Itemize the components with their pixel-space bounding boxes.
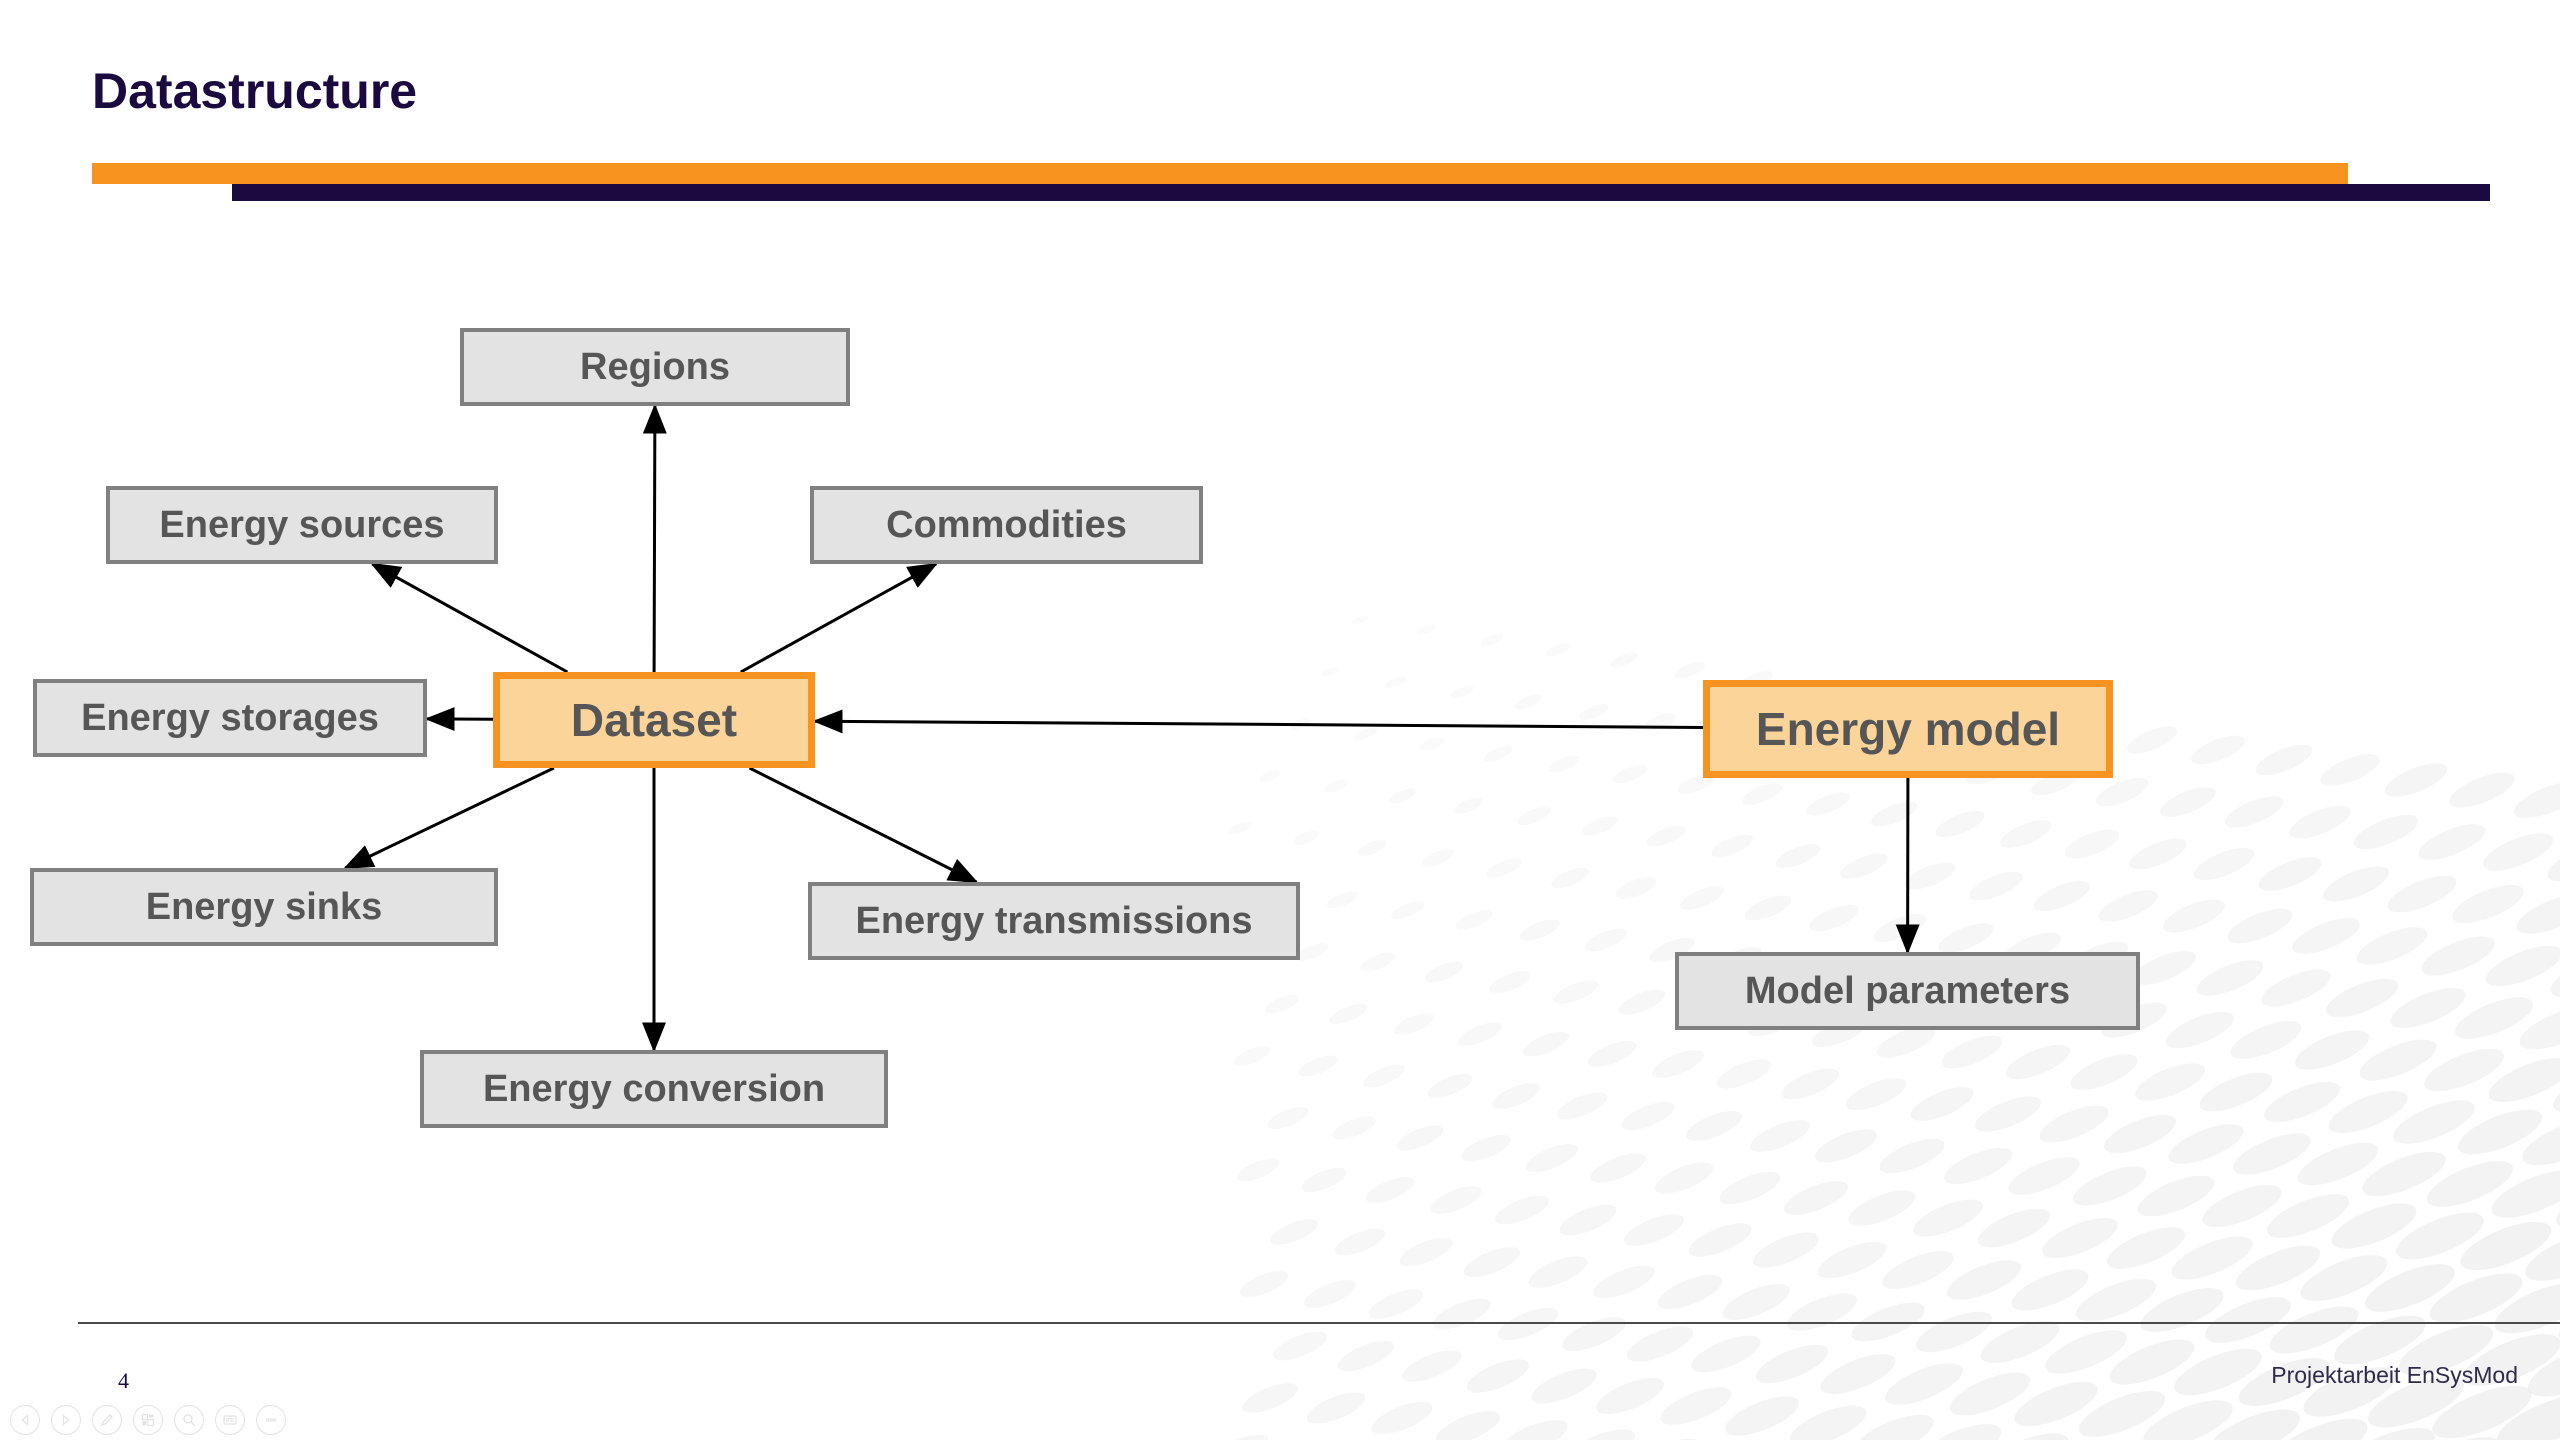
diagram-node-energy-transmissions: Energy transmissions xyxy=(808,882,1300,960)
diagram-node-label: Commodities xyxy=(886,503,1127,546)
footer-divider xyxy=(78,1322,2560,1324)
connector-dataset-to-energy-transmissions xyxy=(748,766,979,884)
diagram-node-energy-sources: Energy sources xyxy=(106,486,498,564)
ellipsis-icon xyxy=(263,1412,279,1428)
presentation-slide: Datastructure Regions Energy sources Commo… xyxy=(0,0,2560,1440)
diagram-node-label: Energy conversion xyxy=(482,1067,826,1110)
grid-icon xyxy=(140,1412,156,1428)
diagram-node-commodities: Commodities xyxy=(810,486,1203,564)
diagram-node-dataset: Dataset xyxy=(493,672,815,768)
diagram-node-energy-sinks: Energy sinks xyxy=(30,868,498,946)
pen-icon xyxy=(99,1412,115,1428)
connector-dataset-to-commodities xyxy=(740,562,939,674)
connector-energy-model-to-dataset xyxy=(812,709,1704,734)
diagram-node-model-parameters: Model parameters xyxy=(1675,952,2140,1030)
triangle-right-icon xyxy=(59,1413,73,1427)
diagram-node-label: Energy storages xyxy=(81,696,379,739)
page-number: 4 xyxy=(118,1368,129,1393)
diagram-node-regions: Regions xyxy=(460,328,850,406)
captions-button[interactable] xyxy=(215,1405,245,1435)
diagram-node-label: Energy transmissions xyxy=(855,899,1253,942)
diagram-node-label: Dataset xyxy=(570,694,738,746)
triangle-left-icon xyxy=(18,1413,32,1427)
connector-dataset-to-regions xyxy=(642,403,667,673)
diagram-node-label: Energy sources xyxy=(159,503,445,546)
diagram-node-energy-storages: Energy storages xyxy=(33,679,427,757)
next-slide-button[interactable] xyxy=(51,1405,81,1435)
connector-dataset-to-energy-sources xyxy=(370,562,569,674)
pen-tool-button[interactable] xyxy=(92,1405,122,1435)
previous-slide-button[interactable] xyxy=(10,1405,40,1435)
diagram-node-label: Energy model xyxy=(1755,703,2061,755)
diagram-node-label: Regions xyxy=(580,345,730,388)
diagram-node-label: Energy sinks xyxy=(145,885,383,928)
magnifier-icon xyxy=(181,1412,197,1428)
connector-dataset-to-energy-sinks xyxy=(343,766,555,870)
captions-icon xyxy=(222,1412,238,1428)
presenter-toolbar[interactable] xyxy=(10,1405,286,1435)
footer-text: Projektarbeit EnSysMod xyxy=(2271,1362,2518,1388)
diagram-node-label: Model parameters xyxy=(1744,969,2071,1012)
diagram-node-energy-conversion: Energy conversion xyxy=(420,1050,888,1128)
zoom-tool-button[interactable] xyxy=(174,1405,204,1435)
slide-overview-button[interactable] xyxy=(133,1405,163,1435)
more-options-button[interactable] xyxy=(256,1405,286,1435)
diagram-node-energy-model: Energy model xyxy=(1703,680,2113,778)
